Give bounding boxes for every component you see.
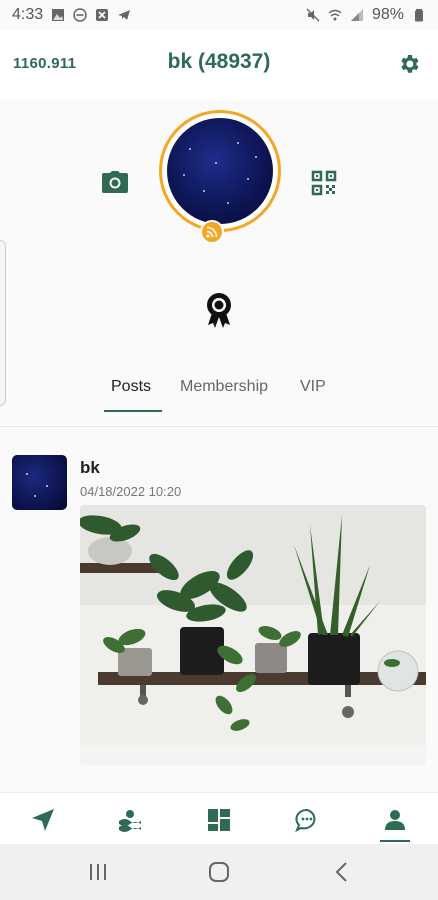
star [247, 178, 249, 180]
profile-tabs: Posts Membership VIP [0, 368, 438, 413]
status-time: 4:33 [12, 6, 44, 23]
qr-code-icon[interactable] [311, 170, 337, 196]
back-icon[interactable] [330, 860, 356, 884]
tab-posts[interactable]: Posts [111, 378, 151, 396]
post-author-avatar[interactable] [12, 455, 67, 510]
star [189, 148, 191, 150]
tab-vip[interactable]: VIP [300, 378, 326, 396]
status-bar: 4:33 98% [0, 0, 438, 30]
star [215, 162, 217, 164]
signal-icon [350, 9, 363, 21]
post-date: 04/18/2022 10:20 [80, 484, 182, 499]
star [255, 156, 257, 158]
bottom-nav [0, 792, 438, 844]
status-bar-right: 98% [306, 6, 426, 24]
star [34, 495, 36, 497]
gear-icon[interactable] [397, 52, 421, 76]
star [46, 485, 48, 487]
avatar[interactable] [167, 118, 273, 224]
dnd-icon [73, 8, 87, 22]
dashboard-icon[interactable] [206, 807, 232, 833]
page-title: bk (48937) [167, 50, 271, 73]
star [203, 190, 205, 192]
battery-icon [415, 9, 423, 22]
active-nav-indicator [380, 840, 410, 842]
mute-icon [306, 8, 320, 22]
app-header: 1160.911 bk (48937) [0, 30, 438, 100]
award-icon [207, 293, 231, 328]
profile-icon[interactable] [382, 807, 408, 833]
rss-glyph [206, 226, 218, 238]
active-tab-indicator [104, 410, 162, 412]
map-icon[interactable] [117, 807, 143, 833]
divider [0, 426, 438, 427]
post-image[interactable] [80, 505, 426, 765]
system-nav-bar [0, 844, 438, 900]
status-bar-left: 4:33 [12, 6, 131, 24]
recents-icon[interactable] [85, 860, 111, 884]
home-icon[interactable] [206, 860, 232, 884]
post-author-name[interactable]: bk [80, 458, 100, 478]
navigate-icon[interactable] [30, 807, 56, 833]
rss-icon[interactable] [200, 220, 224, 244]
plant-shelf-photo [80, 505, 426, 765]
star [237, 142, 239, 144]
x-app-icon [96, 9, 109, 21]
image-icon [52, 9, 65, 21]
star [26, 473, 28, 475]
battery-percent: 98% [371, 6, 404, 23]
wifi-icon [328, 9, 342, 21]
star [183, 174, 185, 176]
star [227, 202, 229, 204]
profile-avatar-ring[interactable] [159, 110, 281, 232]
camera-icon[interactable] [101, 170, 129, 194]
tab-membership[interactable]: Membership [180, 378, 268, 396]
telegram-icon [118, 10, 131, 20]
chat-icon[interactable] [294, 807, 320, 833]
